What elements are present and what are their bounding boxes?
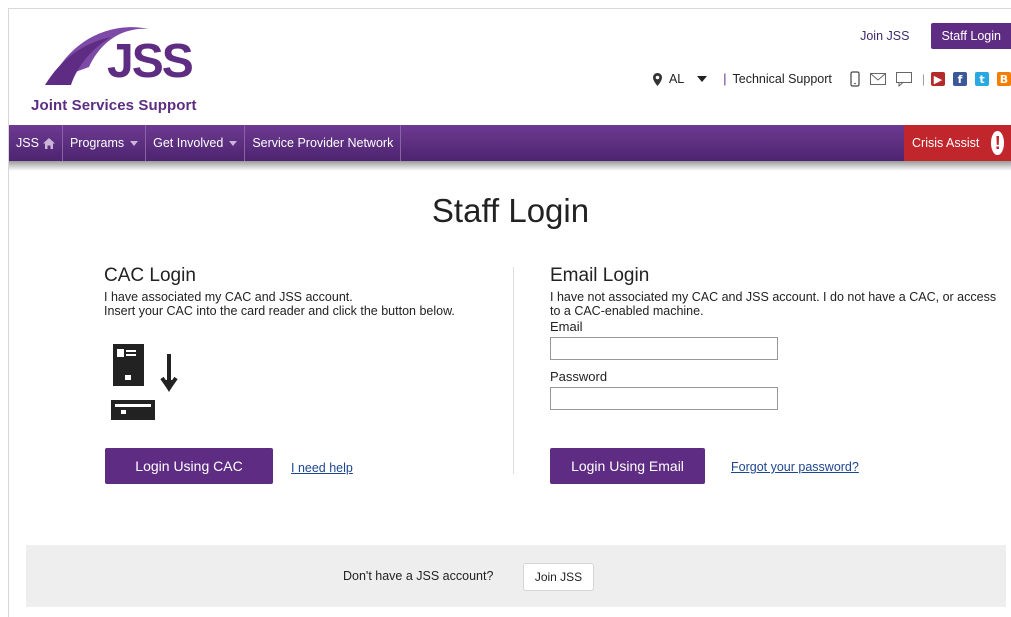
login-using-email-button[interactable]: Login Using Email bbox=[550, 448, 705, 484]
need-help-link[interactable]: I need help bbox=[291, 461, 353, 475]
email-login-section: Email Login I have not associated my CAC… bbox=[550, 265, 1000, 410]
home-icon bbox=[42, 137, 55, 149]
staff-login-button[interactable]: Staff Login bbox=[931, 23, 1011, 49]
blogger-icon[interactable]: B bbox=[997, 72, 1011, 86]
location-value: AL bbox=[668, 72, 685, 86]
cac-line-2: Insert your CAC into the card reader and… bbox=[104, 304, 455, 318]
join-banner-text: Don't have a JSS account? bbox=[343, 569, 494, 583]
cac-line-1: I have associated my CAC and JSS account… bbox=[104, 290, 353, 304]
cac-card-reader-icon bbox=[111, 344, 178, 420]
cac-login-heading: CAC Login bbox=[104, 265, 196, 286]
main-nav: JSS Programs Get Involved Service Provid… bbox=[9, 125, 1011, 161]
nav-programs[interactable]: Programs bbox=[63, 125, 147, 161]
nav-item-label: JSS bbox=[16, 136, 39, 150]
password-label: Password bbox=[550, 369, 608, 384]
alert-icon: ! bbox=[991, 131, 1004, 155]
twitter-icon[interactable]: t bbox=[975, 72, 989, 86]
location-selector[interactable]: AL bbox=[652, 72, 723, 86]
forgot-password-link[interactable]: Forgot your password? bbox=[731, 460, 859, 474]
chevron-down-icon bbox=[130, 140, 139, 146]
youtube-icon[interactable]: ▶ bbox=[931, 72, 945, 86]
facebook-icon[interactable]: f bbox=[953, 72, 967, 86]
nav-shadow bbox=[9, 161, 1011, 171]
page-frame: JSS Joint Services Support Join JSS Staf… bbox=[8, 8, 1011, 617]
email-label: Email bbox=[550, 319, 583, 334]
chat-icon[interactable] bbox=[895, 71, 912, 87]
password-field[interactable] bbox=[550, 387, 778, 410]
chevron-down-icon bbox=[697, 76, 708, 82]
logo-tagline: Joint Services Support bbox=[31, 97, 197, 114]
nav-jss-home[interactable]: JSS bbox=[9, 125, 63, 161]
technical-support-link[interactable]: Technical Support bbox=[733, 72, 832, 86]
email-field[interactable] bbox=[550, 337, 778, 360]
nav-item-label: Programs bbox=[69, 136, 125, 150]
email-login-heading: Email Login bbox=[550, 265, 650, 286]
email-description: I have not associated my CAC and JSS acc… bbox=[550, 290, 997, 318]
divider-icon: | bbox=[921, 72, 925, 86]
nav-service-provider-network[interactable]: Service Provider Network bbox=[245, 125, 402, 161]
logo-swoosh-icon: JSS bbox=[45, 27, 195, 88]
crisis-assist-label: Crisis Assist bbox=[912, 136, 980, 150]
column-divider bbox=[513, 267, 514, 474]
top-links: Join JSS Staff Login bbox=[860, 23, 1011, 49]
login-using-cac-button[interactable]: Login Using CAC bbox=[105, 448, 273, 484]
mobile-icon[interactable] bbox=[850, 71, 860, 87]
mail-icon[interactable] bbox=[869, 73, 886, 85]
page-title: Staff Login bbox=[431, 192, 590, 229]
join-jss-link[interactable]: Join JSS bbox=[860, 29, 909, 43]
join-banner: Don't have a JSS account? Join JSS bbox=[26, 545, 1006, 607]
cac-login-section: CAC Login I have associated my CAC and J… bbox=[104, 265, 504, 318]
map-pin-icon bbox=[652, 72, 662, 86]
join-jss-button[interactable]: Join JSS bbox=[523, 563, 594, 591]
logo-letters: JSS bbox=[107, 35, 193, 88]
separator: | bbox=[723, 72, 727, 86]
jss-logo[interactable]: JSS Joint Services Support bbox=[31, 19, 211, 119]
nav-get-involved[interactable]: Get Involved bbox=[146, 125, 246, 161]
chevron-down-icon bbox=[229, 140, 238, 146]
utility-bar: AL | Technical Support | ▶ f t B bbox=[652, 69, 1011, 89]
nav-item-label: Get Involved bbox=[153, 136, 224, 150]
crisis-assist-button[interactable]: Crisis Assist ! bbox=[904, 125, 1011, 161]
nav-item-label: Service Provider Network bbox=[252, 136, 394, 150]
